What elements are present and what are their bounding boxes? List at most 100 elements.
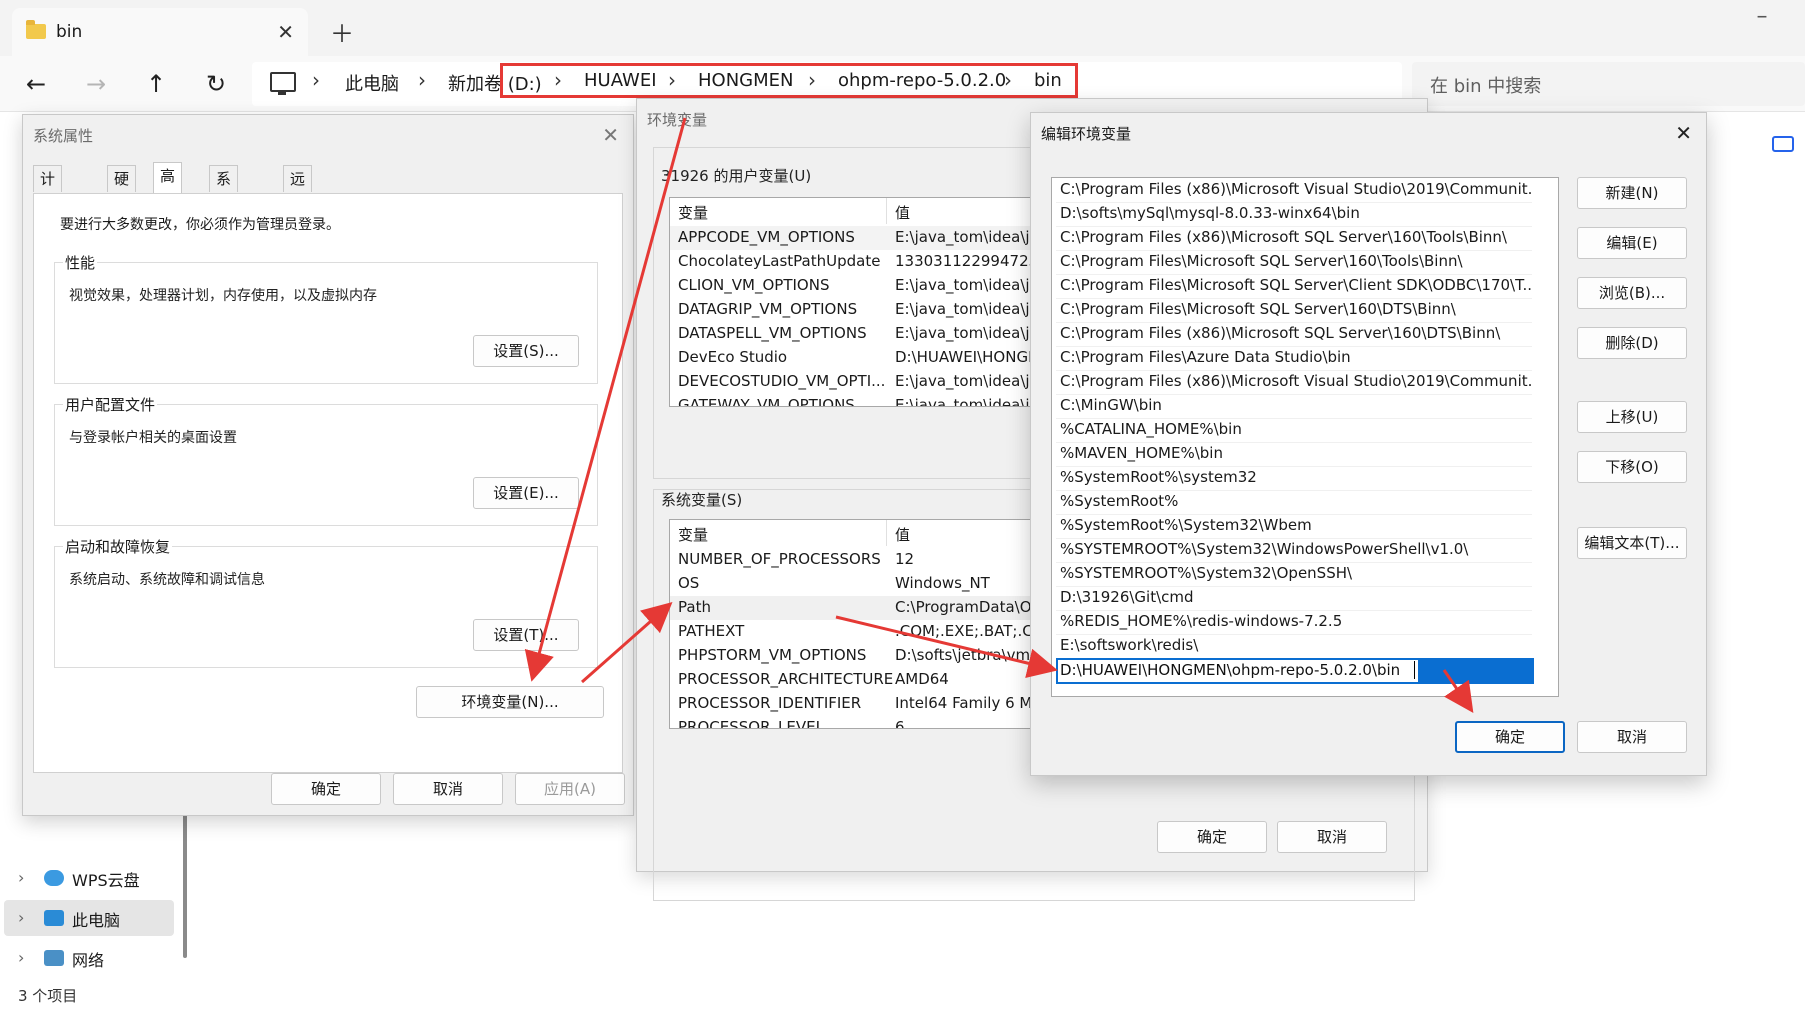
close-icon[interactable]: ✕ — [602, 123, 619, 147]
list-item[interactable]: C:\Program Files\Microsoft SQL Server\Cl… — [1056, 274, 1532, 299]
dialog-title: 环境变量 — [647, 111, 708, 129]
list-item[interactable]: C:\Program Files (x86)\Microsoft SQL Ser… — [1056, 322, 1532, 347]
close-tab-icon[interactable]: ✕ — [277, 20, 294, 44]
breadcrumb-highlight-box — [500, 63, 1078, 98]
forward-arrow-icon[interactable]: → — [78, 66, 114, 102]
environment-variables-button[interactable]: 环境变量(N)... — [416, 686, 604, 718]
list-item[interactable]: %SYSTEMROOT%\System32\WindowsPowerShell\… — [1056, 538, 1532, 563]
edit-button[interactable]: 编辑(E) — [1577, 227, 1687, 259]
tab-label: bin — [56, 22, 83, 42]
dialog-title: 系统属性 — [33, 127, 94, 145]
nav-scrollbar[interactable] — [183, 808, 187, 958]
system-vars-label: 系统变量(S) — [661, 491, 743, 509]
list-item[interactable]: %REDIS_HOME%\redis-windows-7.2.5 — [1056, 610, 1532, 635]
chevron-right-icon: › — [418, 68, 426, 92]
group-description: 系统启动、系统故障和调试信息 — [69, 572, 265, 588]
list-item[interactable]: C:\Program Files\Azure Data Studio\bin — [1056, 346, 1532, 371]
advanced-tab-panel: 要进行大多数更改，你必须作为管理员登录。 性能 视觉效果，处理器计划，内存使用，… — [33, 193, 623, 773]
edit-environment-variable-dialog: 编辑环境变量 ✕ C:\Program Files (x86)\Microsof… — [1030, 112, 1707, 776]
new-button[interactable]: 新建(N) — [1577, 177, 1687, 209]
list-item[interactable]: C:\Program Files (x86)\Microsoft Visual … — [1056, 178, 1532, 203]
folder-icon — [26, 20, 46, 39]
chevron-right-icon[interactable]: › — [18, 908, 24, 927]
list-item[interactable]: C:\Program Files (x86)\Microsoft SQL Ser… — [1056, 226, 1532, 251]
breadcrumb-this-pc[interactable]: 此电脑 — [345, 70, 399, 96]
startup-recovery-settings-button[interactable]: 设置(T)... — [473, 619, 579, 651]
tab-system-protection[interactable]: 系统保护 — [209, 165, 239, 266]
list-item-editing[interactable]: D:\HUAWEI\HONGMEN\ohpm-repo-5.0.2.0\bin — [1056, 658, 1534, 684]
list-item[interactable]: E:\softswork\redis\ — [1056, 634, 1532, 659]
nav-label: 此电脑 — [72, 911, 121, 930]
path-edit-input[interactable]: D:\HUAWEI\HONGMEN\ohpm-repo-5.0.2.0\bin — [1057, 659, 1419, 683]
minimize-icon[interactable]: – — [1742, 4, 1782, 32]
chevron-right-icon: › — [312, 68, 320, 92]
move-down-button[interactable]: 下移(O) — [1577, 451, 1687, 483]
list-item[interactable]: %SYSTEMROOT%\System32\OpenSSH\ — [1056, 562, 1532, 587]
column-header-variable[interactable]: 变量 — [678, 524, 708, 545]
group-title: 用户配置文件 — [63, 394, 158, 415]
search-placeholder: 在 bin 中搜索 — [1430, 76, 1542, 97]
network-icon — [44, 950, 64, 966]
group-description: 与登录帐户相关的桌面设置 — [69, 430, 237, 446]
list-item[interactable]: %SystemRoot%\system32 — [1056, 466, 1532, 491]
nav-label: WPS云盘 — [72, 871, 140, 890]
up-arrow-icon[interactable]: ↑ — [138, 66, 174, 102]
refresh-icon[interactable]: ↻ — [198, 66, 234, 102]
path-list[interactable]: C:\Program Files (x86)\Microsoft Visual … — [1051, 177, 1559, 697]
close-icon[interactable]: ✕ — [1675, 121, 1692, 145]
tab-remote[interactable]: 远程 — [283, 165, 313, 214]
list-item[interactable]: %SystemRoot%\System32\Wbem — [1056, 514, 1532, 539]
tab-advanced[interactable]: 高级 — [153, 162, 183, 211]
chevron-right-icon[interactable]: › — [18, 948, 24, 967]
list-item[interactable]: C:\Program Files\Microsoft SQL Server\16… — [1056, 250, 1532, 275]
startup-recovery-group: 启动和故障恢复 系统启动、系统故障和调试信息 设置(T)... — [54, 536, 598, 668]
chevron-right-icon[interactable]: › — [18, 868, 24, 887]
nav-item-this-pc[interactable]: › 此电脑 — [4, 900, 174, 936]
performance-settings-button[interactable]: 设置(S)... — [473, 335, 579, 367]
edit-text-button[interactable]: 编辑文本(T)... — [1577, 527, 1687, 559]
move-up-button[interactable]: 上移(U) — [1577, 401, 1687, 433]
system-properties-dialog: 系统属性 ✕ 计算机名 硬件 高级 系统保护 远程 要进行大多数更改，你必须作为… — [22, 114, 634, 816]
tab-bin[interactable]: bin ✕ — [12, 8, 308, 56]
list-item[interactable]: %CATALINA_HOME%\bin — [1056, 418, 1532, 443]
cancel-button[interactable]: 取消 — [1577, 721, 1687, 753]
list-item[interactable]: D:\31926\Git\cmd — [1056, 586, 1532, 611]
tab-computer-name[interactable]: 计算机名 — [33, 165, 63, 266]
tab-hardware[interactable]: 硬件 — [107, 165, 137, 214]
list-item[interactable]: C:\Program Files\Microsoft SQL Server\16… — [1056, 298, 1532, 323]
computer-icon — [270, 72, 296, 95]
column-header-value[interactable]: 值 — [895, 202, 910, 223]
group-description: 视觉效果，处理器计划，内存使用，以及虚拟内存 — [69, 288, 377, 304]
nav-item-wps-cloud[interactable]: › WPS云盘 — [4, 860, 174, 896]
ok-button[interactable]: 确定 — [1157, 821, 1267, 853]
user-profiles-settings-button[interactable]: 设置(E)... — [473, 477, 579, 509]
column-header-variable[interactable]: 变量 — [678, 202, 708, 223]
list-item[interactable]: C:\Program Files (x86)\Microsoft Visual … — [1056, 370, 1532, 395]
list-item[interactable]: %SystemRoot% — [1056, 490, 1532, 515]
browse-button[interactable]: 浏览(B)... — [1577, 277, 1687, 309]
new-tab-icon[interactable]: ＋ — [330, 14, 354, 49]
cancel-button[interactable]: 取消 — [393, 773, 503, 805]
details-pane-icon[interactable] — [1772, 136, 1794, 152]
user-vars-label: 31926 的用户变量(U) — [661, 167, 812, 185]
column-header-value[interactable]: 值 — [895, 524, 910, 545]
ok-button[interactable]: 确定 — [271, 773, 381, 805]
list-item[interactable]: %MAVEN_HOME%\bin — [1056, 442, 1532, 467]
text-caret — [1414, 661, 1415, 679]
search-input[interactable]: 在 bin 中搜索 — [1412, 62, 1805, 106]
ok-button[interactable]: 确定 — [1455, 721, 1565, 753]
delete-button[interactable]: 删除(D) — [1577, 327, 1687, 359]
group-title: 性能 — [63, 252, 98, 273]
computer-icon — [44, 910, 64, 926]
list-item[interactable]: D:\softs\mySql\mysql-8.0.33-winx64\bin — [1056, 202, 1532, 227]
back-arrow-icon[interactable]: ← — [18, 66, 54, 102]
list-item[interactable]: C:\MinGW\bin — [1056, 394, 1532, 419]
cloud-icon — [44, 870, 64, 886]
status-item-count: 3 个项目 — [18, 987, 78, 1005]
group-title: 启动和故障恢复 — [63, 536, 173, 557]
cancel-button[interactable]: 取消 — [1277, 821, 1387, 853]
apply-button[interactable]: 应用(A) — [515, 773, 625, 805]
nav-label: 网络 — [72, 951, 105, 970]
nav-item-network[interactable]: › 网络 — [4, 940, 174, 976]
performance-group: 性能 视觉效果，处理器计划，内存使用，以及虚拟内存 设置(S)... — [54, 252, 598, 384]
